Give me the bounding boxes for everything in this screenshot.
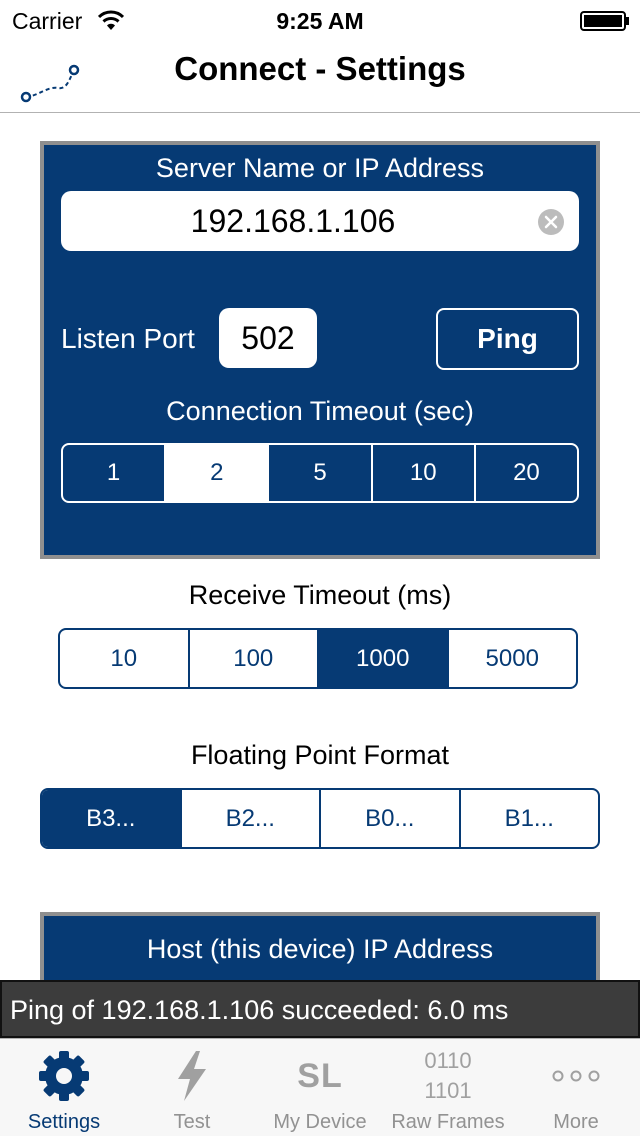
float-format-option-b2[interactable]: B2... <box>179 790 320 847</box>
host-address-heading: Host (this device) IP Address <box>146 934 494 964</box>
more-icon <box>552 1070 600 1082</box>
ping-result-toast: Ping of 192.168.1.106 succeeded: 6.0 ms <box>0 980 640 1038</box>
floating-point-format-label: Floating Point Format <box>190 740 450 770</box>
clear-icon[interactable] <box>537 208 565 236</box>
listen-port-input[interactable]: 502 <box>219 308 317 368</box>
connection-timeout-segmented-control: 1 2 5 10 20 <box>61 443 579 503</box>
tab-bar: Settings Test SL My Device 0110 1101 Raw… <box>0 1038 640 1136</box>
receive-timeout-label: Receive Timeout (ms) <box>188 580 452 610</box>
binary-line: 0110 <box>424 1048 472 1073</box>
receive-timeout-option-10[interactable]: 10 <box>60 630 188 687</box>
tab-my-device-label: My Device <box>273 1111 367 1133</box>
receive-timeout-option-5000[interactable]: 5000 <box>446 630 577 687</box>
float-format-option-b0[interactable]: B0... <box>319 790 459 847</box>
tab-raw-frames[interactable]: 0110 1101 Raw Frames <box>384 1039 512 1136</box>
receive-timeout-option-1000[interactable]: 1000 <box>317 630 447 687</box>
floating-point-format-segmented-control: B3... B2... B0... B1... <box>40 788 600 849</box>
server-address-value: 192.168.1.106 <box>190 203 396 239</box>
receive-timeout-option-100[interactable]: 100 <box>187 630 318 687</box>
status-time: 9:25 AM <box>276 8 364 34</box>
server-address-input[interactable]: 192.168.1.106 <box>61 191 579 251</box>
tab-raw-frames-label: Raw Frames <box>391 1111 505 1133</box>
battery-icon <box>580 11 629 31</box>
connection-timeout-option-20[interactable]: 20 <box>473 445 577 501</box>
connection-timeout-label: Connection Timeout (sec) <box>166 396 474 426</box>
lightning-icon <box>178 1051 206 1101</box>
connection-timeout-option-5[interactable]: 5 <box>267 445 370 501</box>
float-format-option-b3[interactable]: B3... <box>42 790 180 847</box>
tab-test[interactable]: Test <box>128 1039 256 1136</box>
server-settings-panel: Server Name or IP Address 192.168.1.106 … <box>40 141 600 559</box>
status-bar: Carrier 9:25 AM <box>0 0 640 40</box>
binary-line: 1101 <box>424 1078 472 1103</box>
float-format-option-b1[interactable]: B1... <box>458 790 599 847</box>
tab-settings-label: Settings <box>27 1111 101 1133</box>
connection-timeout-option-2[interactable]: 2 <box>164 445 268 501</box>
receive-timeout-segmented-control: 10 100 1000 5000 <box>58 628 578 689</box>
tab-my-device[interactable]: SL My Device <box>256 1039 384 1136</box>
tab-test-label: Test <box>173 1111 211 1133</box>
ping-button[interactable]: Ping <box>436 308 579 370</box>
connection-timeout-option-10[interactable]: 10 <box>370 445 474 501</box>
sl-logo-icon: SL <box>297 1056 343 1095</box>
tab-more[interactable]: More <box>512 1039 640 1136</box>
tab-more-label: More <box>553 1111 599 1133</box>
server-address-heading: Server Name or IP Address <box>155 153 485 183</box>
tab-settings[interactable]: Settings <box>0 1039 128 1136</box>
gear-icon <box>39 1051 89 1101</box>
connection-timeout-option-1[interactable]: 1 <box>63 445 164 501</box>
binary-icon: 0110 1101 <box>424 1046 471 1106</box>
navigation-bar: Connect - Settings <box>0 40 640 113</box>
page-title: Connect - Settings <box>174 50 466 87</box>
listen-port-label: Listen Port <box>61 323 195 354</box>
